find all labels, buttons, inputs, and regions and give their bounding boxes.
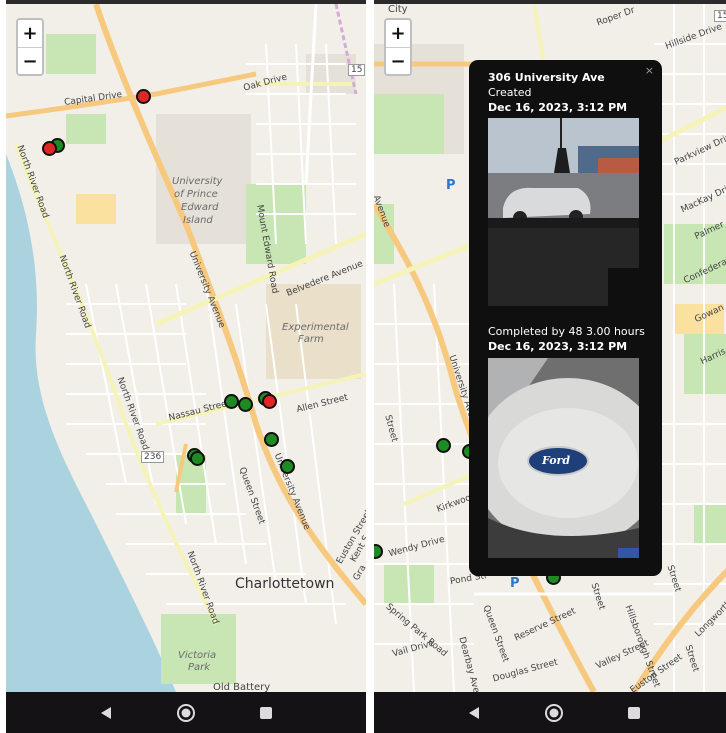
android-nav-bar <box>6 692 366 733</box>
popup-photo-logo-text: Ford <box>542 454 571 467</box>
recents-icon[interactable] <box>254 701 278 725</box>
map-label-experimental-2: Farm <box>298 334 324 345</box>
zoom-control: + − <box>16 18 44 76</box>
map-label-upei-1: University <box>172 176 223 187</box>
map-marker-green[interactable] <box>238 397 253 412</box>
map-label-route-15: 15 <box>714 10 726 22</box>
right-phone-screen: City 15 Roper Dr Hillside Drive Parkview… <box>374 0 726 733</box>
map-label-route-236: 236 <box>141 451 165 463</box>
page: Capital Drive Oak Drive 15 University of… <box>0 0 726 733</box>
zoom-control: + − <box>384 18 412 76</box>
map-label-experimental-1: Experimental <box>282 322 349 333</box>
popup-created-label: Created <box>488 86 532 99</box>
marker-popup: × 306 University Ave Created Dec 16, 202… <box>469 60 662 576</box>
map-label-victoria-park-2: Park <box>188 662 211 673</box>
map-marker-green[interactable] <box>436 438 451 453</box>
popup-photo-completed: Ford <box>488 358 639 558</box>
parking-icon: P <box>510 576 520 591</box>
map-label-old-battery: Old Battery <box>213 682 271 692</box>
map-marker-green[interactable] <box>190 451 205 466</box>
map-label-upei-4: Island <box>183 215 213 226</box>
zoom-in-button[interactable]: + <box>386 20 410 47</box>
popup-created-time: Dec 16, 2023, 3:12 PM <box>488 101 628 114</box>
home-icon[interactable] <box>542 701 566 725</box>
popup-photo-created <box>488 118 639 306</box>
popup-address: 306 University Ave <box>488 71 605 84</box>
map-marker-green[interactable] <box>224 394 239 409</box>
popup-completed-label: Completed by 48 3.00 hours <box>488 325 645 338</box>
map-marker-red[interactable] <box>42 141 57 156</box>
map-marker-red[interactable] <box>136 89 151 104</box>
home-icon[interactable] <box>174 701 198 725</box>
map-marker-green[interactable] <box>264 432 279 447</box>
back-icon[interactable] <box>462 701 486 725</box>
recents-icon[interactable] <box>622 701 646 725</box>
map-label-city: City <box>388 4 408 15</box>
map-label-upei-2: of Prince <box>174 189 218 200</box>
map-label-upei-3: Edward <box>181 202 219 213</box>
map-view[interactable]: City 15 Roper Dr Hillside Drive Parkview… <box>374 4 726 692</box>
back-icon[interactable] <box>94 701 118 725</box>
popup-completed-time: Dec 16, 2023, 3:12 PM <box>488 340 628 353</box>
map-marker-green[interactable] <box>280 459 295 474</box>
left-phone-screen: Capital Drive Oak Drive 15 University of… <box>6 0 366 733</box>
map-view[interactable]: Capital Drive Oak Drive 15 University of… <box>6 4 366 692</box>
map-marker-red[interactable] <box>262 394 277 409</box>
zoom-out-button[interactable]: − <box>18 47 42 74</box>
popup-close-button[interactable]: × <box>645 64 654 77</box>
zoom-in-button[interactable]: + <box>18 20 42 47</box>
android-nav-bar <box>374 692 726 733</box>
map-label-victoria-park-1: Victoria <box>178 650 217 661</box>
map-label-route-15: 15 <box>348 64 366 76</box>
zoom-out-button[interactable]: − <box>386 47 410 74</box>
map-label-charlottetown: Charlottetown <box>235 576 335 592</box>
parking-icon: P <box>446 178 456 193</box>
